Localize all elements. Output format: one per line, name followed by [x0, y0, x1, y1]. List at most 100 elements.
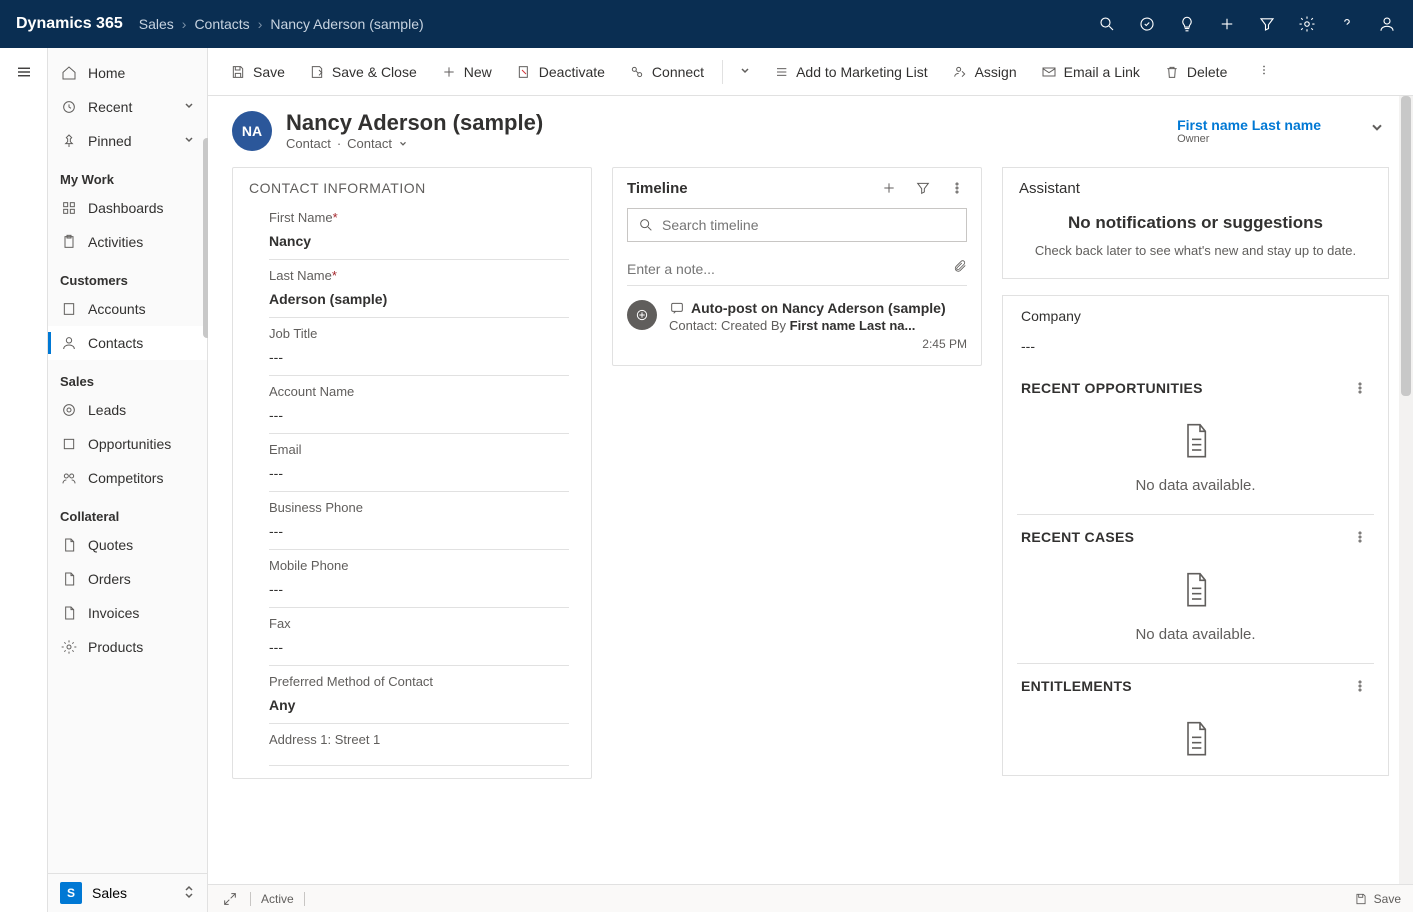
add-marketing-button[interactable]: Add to Marketing List	[763, 58, 938, 86]
deactivate-button[interactable]: Deactivate	[506, 58, 615, 86]
more-icon[interactable]	[1350, 378, 1370, 398]
timeline-add-icon[interactable]	[879, 178, 899, 198]
doc-icon	[60, 604, 78, 622]
sidebar: Home Recent PinnedMy Work Dashboards Act…	[48, 48, 208, 912]
save-icon	[230, 64, 246, 80]
status-active[interactable]: Active	[261, 892, 294, 906]
sidebar-item-label: Orders	[88, 571, 131, 587]
app-name: Sales	[92, 885, 127, 901]
sidebar-item-contacts[interactable]: Contacts	[48, 326, 207, 360]
auto-post-icon	[627, 300, 657, 330]
assistant-card: Assistant No notifications or suggestion…	[1002, 167, 1389, 279]
timeline-title: Timeline	[627, 180, 688, 197]
sidebar-item-pinned[interactable]: Pinned	[48, 124, 207, 158]
field-label: First Name*	[269, 210, 569, 225]
save-close-button[interactable]: Save & Close	[299, 58, 427, 86]
field-value: Aderson (sample)	[269, 291, 569, 307]
task-icon[interactable]	[1137, 14, 1157, 34]
field-value: Any	[269, 697, 569, 713]
delete-button[interactable]: Delete	[1154, 58, 1237, 86]
connect-dropdown[interactable]	[731, 58, 759, 86]
filter-icon[interactable]	[1257, 14, 1277, 34]
expand-icon[interactable]	[220, 889, 240, 909]
sidebar-item-activities[interactable]: Activities	[48, 225, 207, 259]
help-icon[interactable]	[1337, 14, 1357, 34]
owner-field[interactable]: First name Last name Owner	[1177, 117, 1351, 145]
timeline-card: Timeline	[612, 167, 982, 366]
field-last-name[interactable]: Last Name* Aderson (sample)	[269, 260, 569, 318]
more-icon[interactable]	[1350, 676, 1370, 696]
timeline-more-icon[interactable]	[947, 178, 967, 198]
new-button[interactable]: New	[431, 58, 502, 86]
owner-label: Owner	[1177, 133, 1321, 145]
field-first-name[interactable]: First Name* Nancy	[269, 202, 569, 260]
record-header: NA Nancy Aderson (sample) Contact · Cont…	[208, 96, 1413, 159]
timeline-filter-icon[interactable]	[913, 178, 933, 198]
field-preferred-method-of-contact[interactable]: Preferred Method of Contact Any	[269, 666, 569, 724]
lightbulb-icon[interactable]	[1177, 14, 1197, 34]
email-link-button[interactable]: Email a Link	[1031, 58, 1150, 86]
sidebar-item-products[interactable]: Products	[48, 630, 207, 664]
search-icon[interactable]	[1097, 14, 1117, 34]
field-value: ---	[269, 639, 569, 655]
sidebar-item-home[interactable]: Home	[48, 56, 207, 90]
gear-icon[interactable]	[1297, 14, 1317, 34]
related-card: Company --- RECENT OPPORTUNITIES No data…	[1002, 295, 1389, 776]
timeline-item[interactable]: Auto-post on Nancy Aderson (sample) Cont…	[613, 290, 981, 365]
sidebar-item-leads[interactable]: Leads	[48, 393, 207, 427]
field-label: Mobile Phone	[269, 558, 569, 573]
sidebar-item-accounts[interactable]: Accounts	[48, 292, 207, 326]
sidebar-item-orders[interactable]: Orders	[48, 562, 207, 596]
app-brand[interactable]: Dynamics 365	[16, 15, 123, 33]
sidebar-item-opportunities[interactable]: Opportunities	[48, 427, 207, 461]
sidebar-item-competitors[interactable]: Competitors	[48, 461, 207, 495]
search-icon	[638, 217, 654, 233]
field-address-1-street-1[interactable]: Address 1: Street 1	[269, 724, 569, 766]
document-icon	[1178, 571, 1214, 611]
timeline-search-input[interactable]	[662, 217, 956, 233]
field-value: Nancy	[269, 233, 569, 249]
owner-name: First name Last name	[1177, 117, 1321, 133]
company-value: ---	[1021, 338, 1370, 354]
recent-opportunities-header[interactable]: RECENT OPPORTUNITIES	[1017, 366, 1374, 408]
note-input[interactable]	[627, 261, 953, 277]
field-fax[interactable]: Fax ---	[269, 608, 569, 666]
sidebar-item-quotes[interactable]: Quotes	[48, 528, 207, 562]
field-job-title[interactable]: Job Title ---	[269, 318, 569, 376]
paperclip-icon[interactable]	[953, 258, 967, 279]
chevron-down-icon[interactable]	[398, 139, 408, 149]
sidebar-item-recent[interactable]: Recent	[48, 90, 207, 124]
plus-icon[interactable]	[1217, 14, 1237, 34]
assign-button[interactable]: Assign	[942, 58, 1027, 86]
field-mobile-phone[interactable]: Mobile Phone ---	[269, 550, 569, 608]
breadcrumb-item[interactable]: Sales	[139, 16, 174, 32]
email-icon	[1041, 64, 1057, 80]
field-business-phone[interactable]: Business Phone ---	[269, 492, 569, 550]
status-save-button[interactable]: Save	[1354, 892, 1401, 906]
field-value: ---	[269, 581, 569, 597]
field-email[interactable]: Email ---	[269, 434, 569, 492]
field-account-name[interactable]: Account Name ---	[269, 376, 569, 434]
header-expand-icon[interactable]	[1365, 116, 1389, 145]
more-icon[interactable]	[1350, 527, 1370, 547]
entitlements-header[interactable]: ENTITLEMENTS	[1017, 663, 1374, 706]
connect-button[interactable]: Connect	[619, 58, 714, 86]
breadcrumb-item[interactable]: Nancy Aderson (sample)	[270, 16, 423, 32]
timeline-note[interactable]	[627, 252, 967, 286]
breadcrumb-item[interactable]: Contacts	[194, 16, 249, 32]
plus-icon	[441, 64, 457, 80]
app-switcher[interactable]: S Sales	[48, 873, 207, 912]
content-scrollbar[interactable]	[1399, 96, 1413, 884]
recent-cases-header[interactable]: RECENT CASES	[1017, 514, 1374, 557]
sidebar-group: My Work	[48, 158, 207, 191]
doc-icon	[60, 570, 78, 588]
more-commands-icon[interactable]	[1249, 57, 1279, 86]
sidebar-item-invoices[interactable]: Invoices	[48, 596, 207, 630]
hamburger-icon[interactable]	[12, 60, 36, 84]
timeline-search[interactable]	[627, 208, 967, 242]
sidebar-item-dashboards[interactable]: Dashboards	[48, 191, 207, 225]
sidebar-item-label: Home	[88, 65, 125, 81]
company-field[interactable]: Company ---	[1003, 296, 1388, 366]
person-icon[interactable]	[1377, 14, 1397, 34]
save-button[interactable]: Save	[220, 58, 295, 86]
